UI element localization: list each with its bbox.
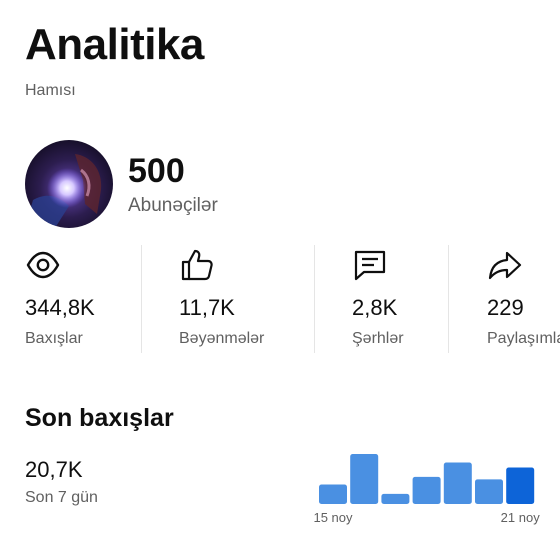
recent-views-chart[interactable]: 15 noy 21 noy <box>312 448 542 538</box>
section-title: Son baxışlar <box>25 404 174 432</box>
recent-views-period: Son 7 gün <box>25 489 98 506</box>
filter-label[interactable]: Hamısı <box>25 82 76 100</box>
divider <box>448 245 449 353</box>
chart-tick-label: 15 noy <box>313 510 353 525</box>
divider <box>314 245 315 353</box>
recent-views-value: 20,7K <box>25 457 83 482</box>
stat-likes-value: 11,7K <box>179 295 235 320</box>
divider <box>141 245 142 353</box>
eye-icon <box>26 251 60 279</box>
chart-bar[interactable] <box>506 467 535 504</box>
chart-bar[interactable] <box>319 484 347 504</box>
stat-shares-label: Paylaşımlar <box>487 330 560 347</box>
stat-shares-value: 229 <box>487 295 524 320</box>
subscriber-label: Abunəçilər <box>128 195 218 216</box>
chart-bar[interactable] <box>412 476 441 504</box>
page-title: Analitika <box>25 20 204 69</box>
share-icon <box>488 251 522 280</box>
stat-comments-value: 2,8K <box>352 295 398 320</box>
stat-comments-label: Şərhlər <box>352 330 404 347</box>
chart-bar[interactable] <box>381 493 410 504</box>
stat-views-value: 344,8K <box>25 295 95 320</box>
chart-bar[interactable] <box>350 454 379 504</box>
chart-tick-label: 21 noy <box>501 510 541 525</box>
stat-likes-label: Bəyənmələr <box>179 330 265 347</box>
stats-row: 344,8K Baxışlar 11,7K Bəyənmələr 2,8K Şə… <box>0 245 560 353</box>
thumbs-up-icon <box>181 249 213 281</box>
chart-bar[interactable] <box>443 462 472 504</box>
comment-icon <box>354 250 386 281</box>
channel-summary: 500 Abunəçilər <box>25 140 218 228</box>
stat-views-label: Baxışlar <box>25 330 83 347</box>
chart-bar[interactable] <box>475 479 503 504</box>
subscriber-count: 500 <box>128 152 185 190</box>
avatar[interactable] <box>25 140 113 228</box>
